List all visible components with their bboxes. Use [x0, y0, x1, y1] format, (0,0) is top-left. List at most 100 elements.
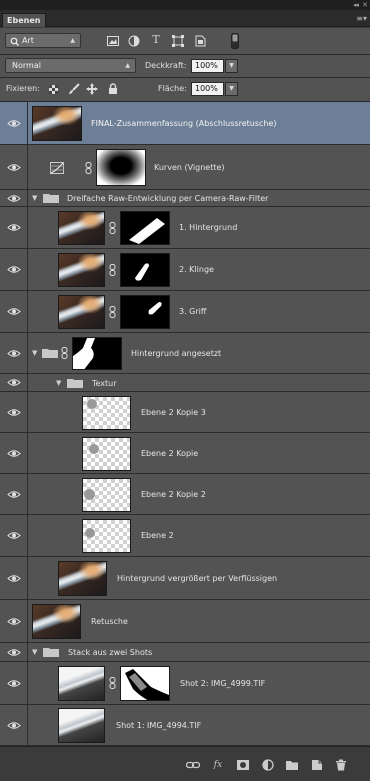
visibility-toggle[interactable] — [0, 705, 28, 745]
link-chain-icon[interactable] — [109, 264, 116, 276]
visibility-toggle[interactable] — [0, 291, 28, 332]
opacity-slider-button[interactable]: ▼ — [225, 59, 238, 73]
close-panel-icon[interactable]: ✕ — [362, 0, 368, 10]
shape-filter-icon[interactable] — [172, 35, 184, 47]
layer-row[interactable]: Hintergrund vergrößert per Verflüssigen — [0, 557, 370, 600]
layer-name[interactable]: 3. Griff — [179, 307, 206, 316]
layer-name[interactable]: 1. Hintergrund — [179, 223, 237, 232]
collapse-panel-icon[interactable]: ◂◂ — [353, 0, 359, 10]
trash-icon[interactable] — [334, 759, 348, 771]
lock-image-pixels-icon[interactable] — [68, 83, 80, 95]
layer-name[interactable]: Ebene 2 — [141, 531, 174, 540]
layer-row[interactable]: Ebene 2 Kopie 3 — [0, 392, 370, 433]
layer-mask-thumbnail[interactable] — [120, 666, 170, 701]
link-chain-icon[interactable] — [109, 222, 116, 234]
layer-row[interactable]: 1. Hintergrund — [0, 207, 370, 249]
group-row[interactable]: ▼ Textur — [0, 374, 370, 392]
filter-kind-value: Art — [22, 36, 34, 45]
layer-row[interactable]: FINAL-Zusammenfassung (Abschlussretusche… — [0, 102, 370, 145]
layer-row[interactable]: 2. Klinge — [0, 249, 370, 291]
visibility-toggle[interactable] — [0, 207, 28, 248]
type-filter-icon[interactable]: T — [149, 34, 163, 46]
expand-triangle-icon[interactable]: ▼ — [56, 379, 61, 387]
layer-name[interactable]: Textur — [92, 379, 117, 388]
layer-row[interactable]: 3. Griff — [0, 291, 370, 333]
layer-name[interactable]: Kurven (Vignette) — [154, 163, 225, 172]
layer-name[interactable]: Ebene 2 Kopie — [141, 449, 198, 458]
visibility-toggle[interactable] — [0, 557, 28, 599]
layer-mask-thumbnail[interactable] — [120, 295, 170, 329]
layer-name[interactable]: Dreifache Raw-Entwicklung per Camera-Raw… — [67, 194, 268, 203]
layer-name[interactable]: Shot 2: IMG_4999.TIF — [180, 679, 265, 688]
visibility-toggle[interactable] — [0, 249, 28, 290]
visibility-toggle[interactable] — [0, 662, 28, 704]
layer-thumbnail — [58, 708, 105, 743]
group-row[interactable]: ▼ Stack aus zwei Shots — [0, 643, 370, 662]
panel-menu-icon[interactable]: ≡▾ — [356, 14, 367, 23]
layer-name[interactable]: Shot 1: IMG_4994.TIF — [116, 721, 201, 730]
layer-name[interactable]: Ebene 2 Kopie 2 — [141, 490, 206, 499]
group-row[interactable]: ▼ Dreifache Raw-Entwicklung per Camera-R… — [0, 190, 370, 207]
mask-shape — [148, 302, 162, 315]
tab-ebenen[interactable]: Ebenen — [2, 13, 46, 27]
adjustment-filter-icon[interactable] — [128, 35, 140, 47]
lock-transparent-pixels-icon[interactable] — [49, 85, 58, 94]
link-chain-icon[interactable] — [109, 306, 116, 318]
visibility-toggle[interactable] — [0, 190, 28, 206]
layer-name[interactable]: Retusche — [91, 617, 128, 626]
link-layers-icon[interactable] — [186, 759, 200, 771]
layer-name[interactable]: FINAL-Zusammenfassung (Abschlussretusche… — [91, 119, 277, 128]
fx-icon[interactable]: fx — [211, 759, 225, 771]
layer-row[interactable]: Shot 2: IMG_4999.TIF — [0, 662, 370, 705]
link-chain-icon[interactable] — [61, 347, 68, 359]
layer-name[interactable]: Hintergrund angesetzt — [131, 349, 221, 358]
visibility-toggle[interactable] — [0, 474, 28, 514]
layer-mask-thumbnail[interactable] — [72, 337, 122, 370]
fill-slider-button[interactable]: ▼ — [225, 82, 238, 96]
link-chain-icon[interactable] — [109, 677, 116, 689]
link-chain-icon[interactable] — [85, 162, 92, 174]
layer-name[interactable]: Stack aus zwei Shots — [68, 648, 152, 657]
layer-name[interactable]: 2. Klinge — [179, 265, 214, 274]
fill-input[interactable]: 100% — [191, 82, 224, 96]
layer-mask-thumbnail[interactable] — [120, 253, 170, 287]
layer-row[interactable]: Shot 1: IMG_4994.TIF — [0, 705, 370, 746]
visibility-toggle[interactable] — [0, 643, 28, 661]
filter-toggle-switch[interactable] — [231, 33, 239, 49]
visibility-toggle[interactable] — [0, 102, 28, 144]
eye-icon — [7, 409, 21, 416]
adjustment-layer-icon[interactable] — [261, 759, 275, 771]
visibility-toggle[interactable] — [0, 515, 28, 556]
visibility-toggle[interactable] — [0, 333, 28, 373]
layer-name[interactable]: Hintergrund vergrößert per Verflüssigen — [117, 574, 277, 583]
visibility-toggle[interactable] — [0, 392, 28, 432]
new-layer-icon[interactable] — [310, 759, 324, 771]
visibility-toggle[interactable] — [0, 600, 28, 642]
group-row[interactable]: ▼ Hintergrund angesetzt — [0, 333, 370, 374]
add-mask-icon[interactable] — [236, 759, 250, 771]
layer-row[interactable]: Ebene 2 — [0, 515, 370, 557]
visibility-toggle[interactable] — [0, 145, 28, 189]
image-filter-icon[interactable] — [107, 36, 119, 46]
lock-all-icon[interactable] — [108, 83, 118, 95]
lock-position-icon[interactable] — [86, 83, 98, 95]
layer-row[interactable]: Retusche — [0, 600, 370, 643]
layer-row[interactable]: Ebene 2 Kopie — [0, 433, 370, 474]
texture-dot — [85, 528, 95, 538]
layer-name[interactable]: Ebene 2 Kopie 3 — [141, 408, 206, 417]
expand-triangle-icon[interactable]: ▼ — [32, 194, 37, 202]
visibility-toggle[interactable] — [0, 433, 28, 473]
blend-mode-dropdown[interactable]: Normal ▲ — [5, 58, 136, 73]
expand-triangle-icon[interactable]: ▼ — [32, 349, 37, 357]
smart-object-filter-icon[interactable] — [195, 35, 206, 47]
new-group-icon[interactable] — [285, 759, 299, 771]
layer-mask-thumbnail[interactable] — [120, 211, 170, 245]
layer-row[interactable]: Kurven (Vignette) — [0, 145, 370, 190]
opacity-input[interactable]: 100% — [191, 59, 224, 73]
expand-triangle-icon[interactable]: ▼ — [32, 648, 37, 656]
visibility-toggle[interactable] — [0, 374, 28, 391]
layer-row[interactable]: Ebene 2 Kopie 2 — [0, 474, 370, 515]
layers-list[interactable]: FINAL-Zusammenfassung (Abschlussretusche… — [0, 102, 370, 746]
filter-kind-dropdown[interactable]: Art ▲ — [5, 33, 81, 48]
layer-mask-thumbnail[interactable] — [96, 149, 146, 186]
